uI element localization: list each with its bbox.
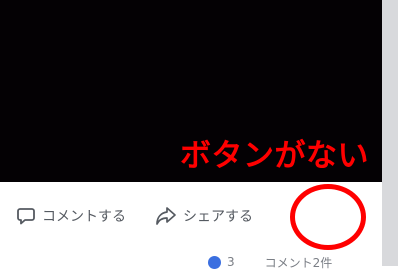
annotation-no-button-text: ボタンがない: [180, 138, 369, 174]
share-button[interactable]: シェアする: [155, 203, 253, 229]
comment-count[interactable]: コメント2件: [265, 254, 333, 271]
comment-button[interactable]: コメントする: [16, 203, 126, 229]
share-button-label: シェアする: [183, 209, 253, 225]
stats-gap: [241, 262, 259, 263]
comment-button-label: コメントする: [42, 209, 126, 225]
annotation-circle: [290, 184, 366, 250]
like-count[interactable]: 3: [227, 255, 235, 269]
post-stats: 3 コメント2件: [208, 254, 382, 271]
like-icon: [208, 255, 221, 269]
side-divider: [382, 0, 398, 266]
comment-icon: [16, 206, 36, 226]
share-icon: [155, 206, 177, 226]
